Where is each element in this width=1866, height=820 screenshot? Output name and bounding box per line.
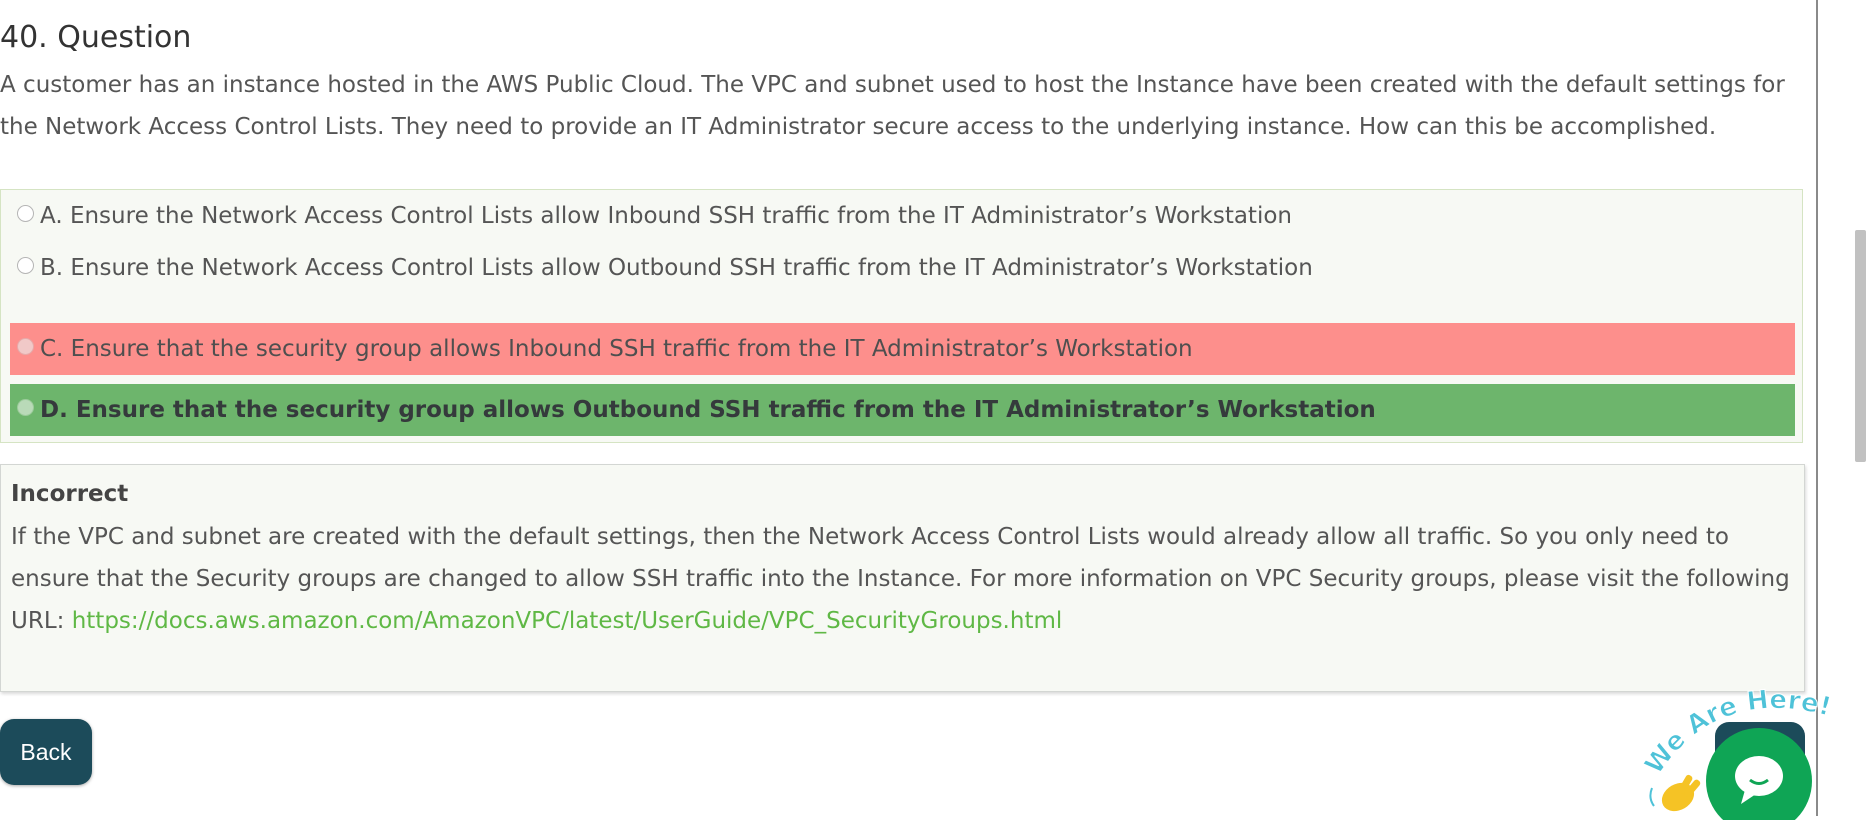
option-a-label: A. Ensure the Network Access Control Lis… [40, 203, 1292, 229]
reference-link[interactable]: https://docs.aws.amazon.com/AmazonVPC/la… [72, 608, 1063, 634]
scrollbar-thumb[interactable] [1855, 230, 1866, 462]
option-a-radio[interactable] [17, 204, 34, 222]
option-b[interactable]: B. Ensure the Network Access Control Lis… [10, 242, 1795, 294]
option-d-label: D. Ensure that the security group allows… [40, 397, 1376, 423]
explanation-panel: Incorrect If the VPC and subnet are crea… [0, 464, 1805, 692]
option-d[interactable]: D. Ensure that the security group allows… [10, 384, 1795, 436]
option-c-radio[interactable] [17, 337, 34, 355]
waving-hand-icon [1649, 774, 1701, 812]
option-d-radio[interactable] [17, 398, 34, 416]
option-b-label: B. Ensure the Network Access Control Lis… [40, 255, 1313, 281]
result-heading: Incorrect [11, 481, 129, 507]
question-text: A customer has an instance hosted in the… [0, 72, 1785, 140]
option-a[interactable]: A. Ensure the Network Access Control Lis… [10, 190, 1795, 242]
explanation-text: If the VPC and subnet are created with t… [11, 516, 1791, 642]
answer-options: A. Ensure the Network Access Control Lis… [0, 189, 1803, 443]
question-title: 40. Question [0, 20, 192, 55]
option-c-label: C. Ensure that the security group allows… [40, 336, 1193, 362]
chat-widget[interactable]: We Are Here! [1630, 670, 1852, 820]
back-button[interactable]: Back [0, 719, 92, 785]
option-c[interactable]: C. Ensure that the security group allows… [10, 323, 1795, 375]
option-b-radio[interactable] [17, 256, 34, 274]
